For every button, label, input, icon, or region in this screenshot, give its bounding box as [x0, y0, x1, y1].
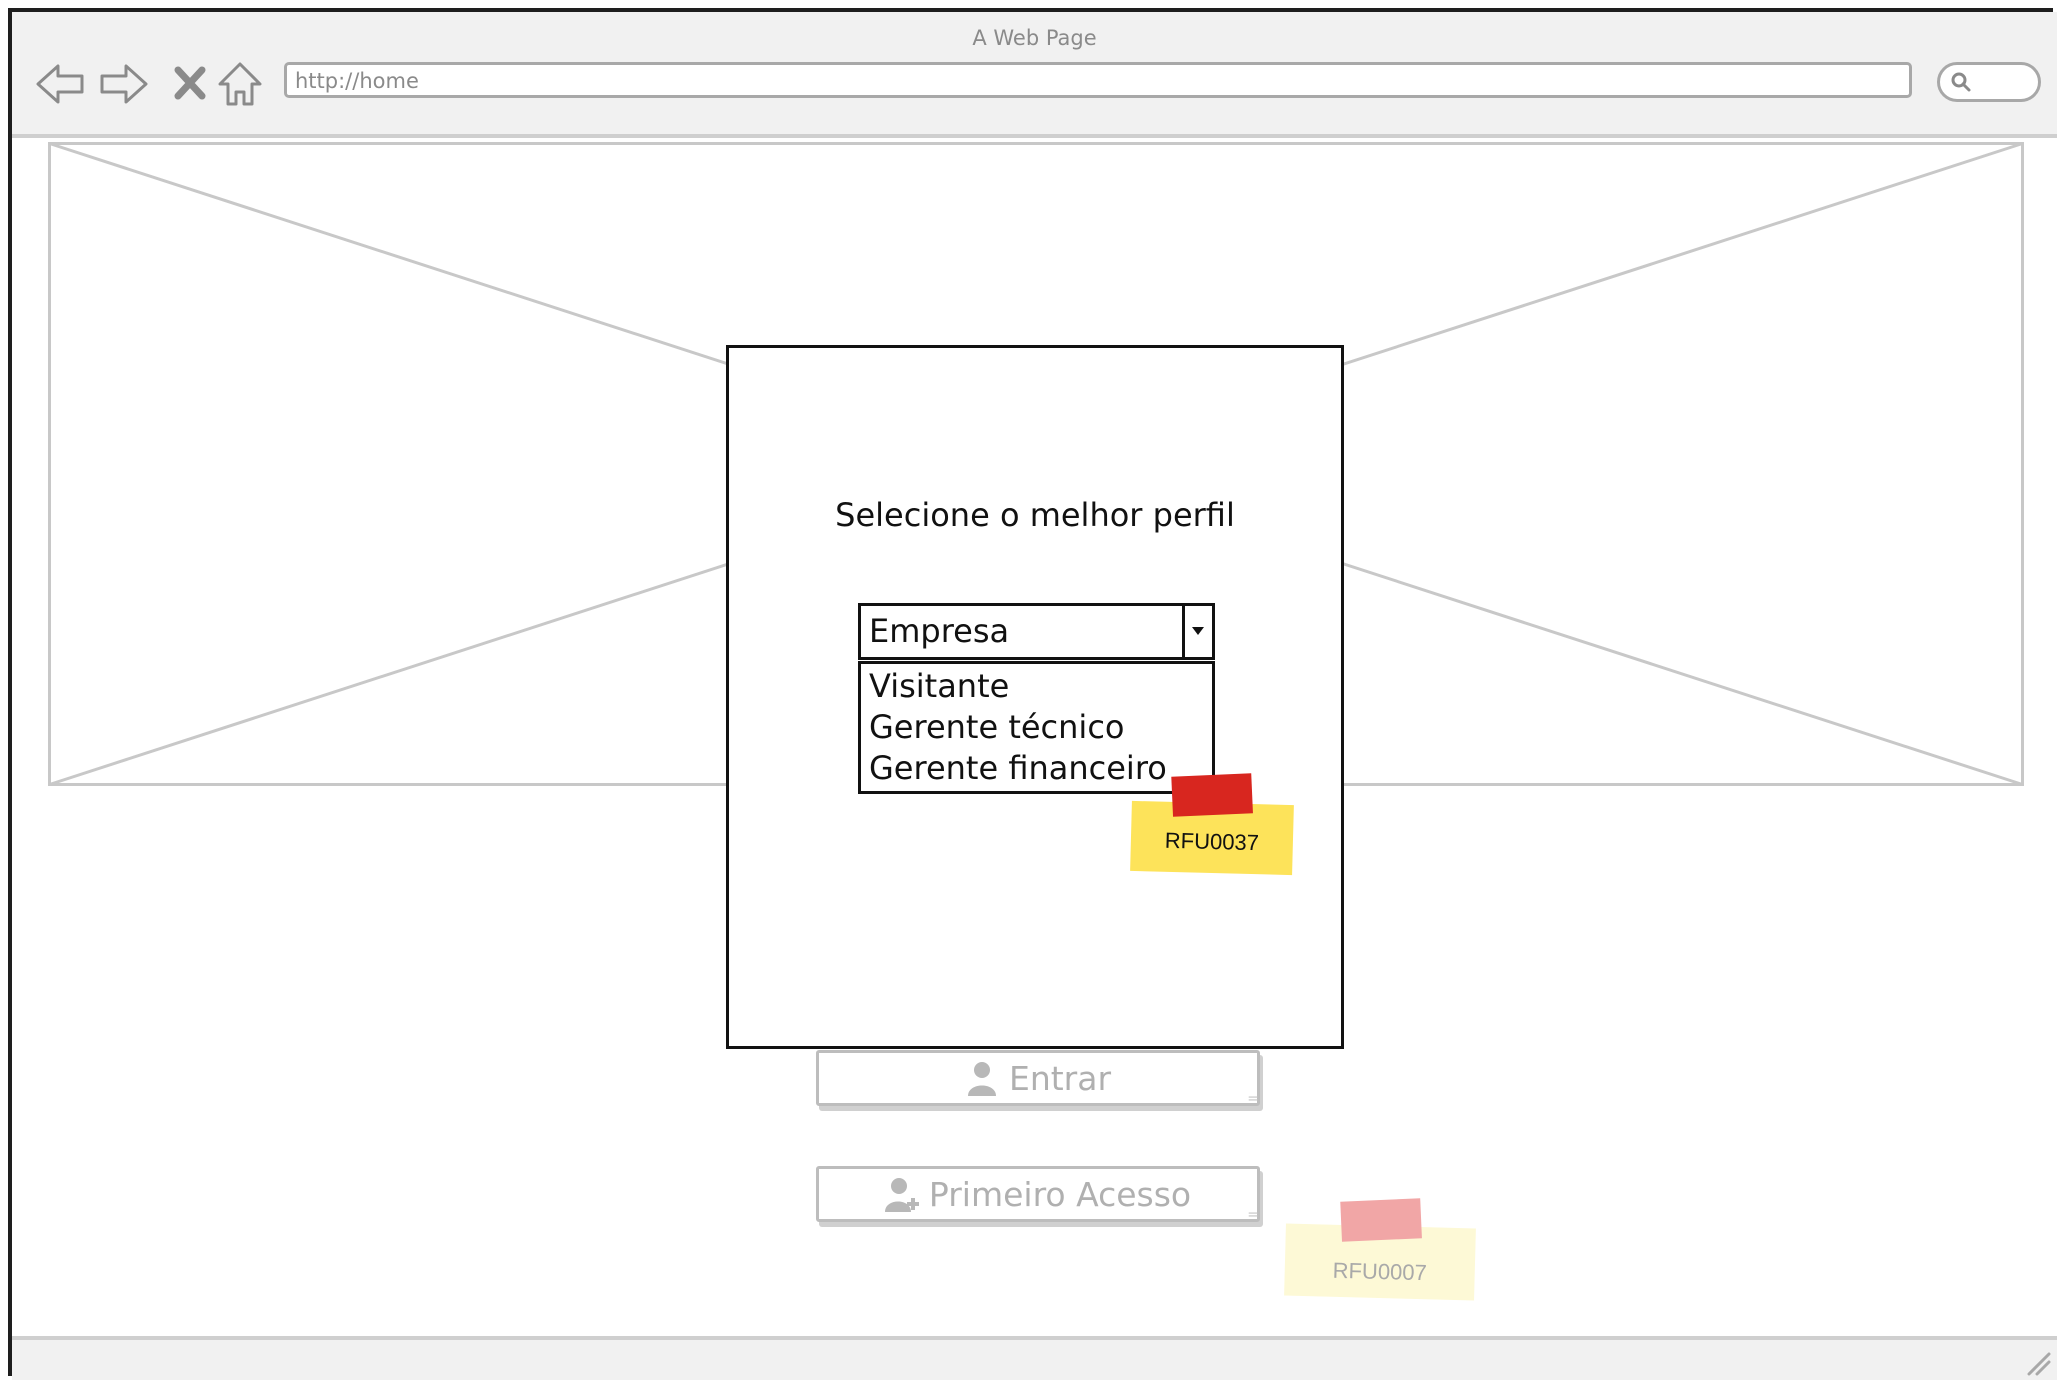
search-icon	[1951, 72, 1971, 92]
sticky-tape	[1340, 1198, 1422, 1242]
profile-selection-dialog: Selecione o melhor perfil Empresa Visita…	[726, 345, 1344, 1049]
login-button[interactable]: Entrar =	[816, 1050, 1260, 1107]
address-bar[interactable]: http://home	[284, 62, 1912, 98]
address-bar-url: http://home	[295, 69, 419, 93]
profile-option-gerente-financeiro[interactable]: Gerente financeiro	[861, 748, 1212, 789]
resize-grip-icon[interactable]	[2025, 1350, 2051, 1376]
window-title: A Web Page	[972, 26, 1097, 50]
profile-options-list: Visitante Gerente técnico Gerente financ…	[858, 661, 1215, 794]
sticky-note-text: RFU0037	[1164, 827, 1260, 856]
back-arrow-icon[interactable]	[32, 56, 88, 112]
dialog-title: Selecione o melhor perfil	[835, 496, 1235, 534]
first-access-button-label: Primeiro Acesso	[928, 1174, 1192, 1214]
add-user-icon	[884, 1178, 919, 1212]
select-dropdown-button[interactable]	[1182, 606, 1212, 657]
stop-icon[interactable]	[164, 56, 220, 112]
home-icon[interactable]	[214, 56, 270, 112]
sticky-note-text: RFU0007	[1332, 1257, 1428, 1286]
browser-toolbar: A Web Page http://home	[12, 12, 2057, 138]
browser-status-bar	[12, 1336, 2057, 1380]
profile-option-visitante[interactable]: Visitante	[861, 666, 1212, 707]
first-access-button[interactable]: Primeiro Acesso =	[816, 1166, 1260, 1223]
sticky-tape	[1171, 773, 1253, 817]
profile-option-gerente-tecnico[interactable]: Gerente técnico	[861, 707, 1212, 748]
login-button-label: Entrar	[1008, 1058, 1112, 1098]
user-icon	[967, 1062, 996, 1096]
sticky-note-rfu0037: RFU0037	[1130, 773, 1294, 876]
sticky-note-rfu0007: RFU0007	[1284, 1198, 1476, 1301]
chevron-down-icon	[1192, 627, 1204, 635]
button-corner-mark: =	[1247, 1207, 1259, 1223]
forward-arrow-icon[interactable]	[96, 56, 152, 112]
profile-select-value: Empresa	[869, 612, 1010, 650]
profile-select[interactable]: Empresa	[858, 603, 1215, 660]
browser-search-box[interactable]	[1937, 62, 2041, 102]
button-corner-mark: =	[1247, 1091, 1259, 1107]
